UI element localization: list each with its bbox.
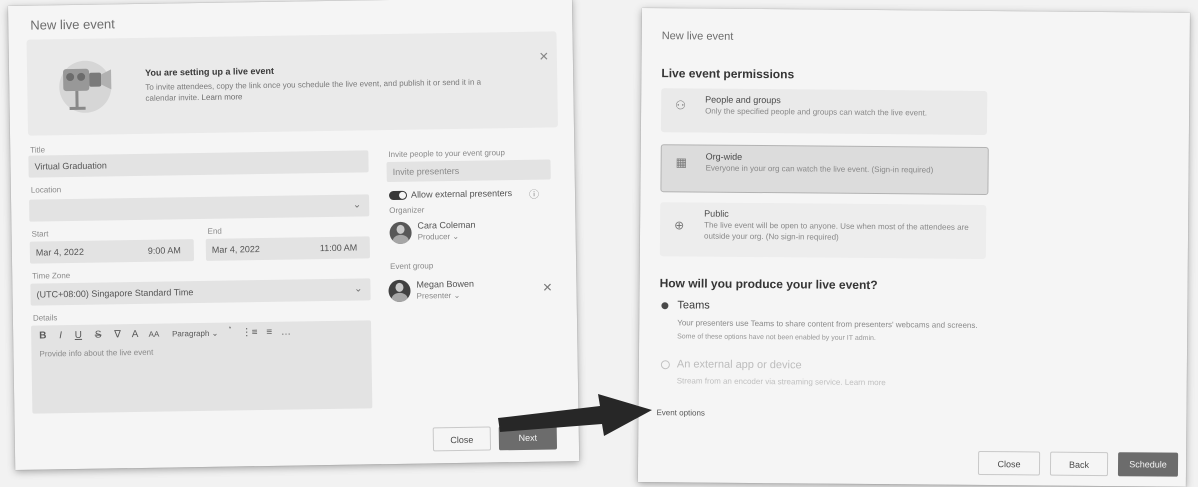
presenter-role: Presenter xyxy=(416,291,452,301)
banner-body-line2: calendar invite. Learn more xyxy=(145,92,242,103)
highlight-icon[interactable]: ∇ xyxy=(114,329,121,340)
new-live-event-dialog-permissions: New live event Live event permissions ⚇ … xyxy=(637,8,1190,487)
organizer-name: Cara Coleman xyxy=(417,219,476,231)
title-input[interactable]: Virtual Graduation xyxy=(28,150,369,178)
start-date-value: Mar 4, 2022 xyxy=(35,246,84,258)
details-label: Details xyxy=(32,313,58,323)
globe-icon: ⊕ xyxy=(674,218,685,233)
teams-option-title: Teams xyxy=(677,299,710,312)
permission-option-public[interactable]: ⊕ Public The live event will be open to … xyxy=(659,202,987,260)
end-time-value: 11:00 AM xyxy=(319,242,358,254)
teams-option-note: Some of these options have not been enab… xyxy=(677,333,876,343)
details-placeholder: Provide info about the live event xyxy=(39,347,154,359)
bold-button[interactable]: B xyxy=(39,330,46,341)
timezone-value: (UTC+08:00) Singapore Standard Time xyxy=(36,287,194,300)
details-editor[interactable]: B I U S ∇ A AA Paragraph ⌄ 𝄒 ⋮≡ ≡ … Prov… xyxy=(31,320,373,414)
permission-option-org-wide[interactable]: ▦ Org-wide Everyone in your org can watc… xyxy=(660,144,989,196)
people-icon: ⚇ xyxy=(675,98,686,113)
remove-presenter-icon[interactable]: ✕ xyxy=(542,280,552,294)
chevron-down-icon: ⌄ xyxy=(452,231,460,242)
strikethrough-button[interactable]: S xyxy=(95,330,102,341)
invite-label: Invite people to your event group xyxy=(388,148,505,160)
formatting-toolbar: B I U S ∇ A AA Paragraph ⌄ 𝄒 ⋮≡ ≡ … xyxy=(39,327,291,342)
permission-title: Org-wide xyxy=(705,151,743,162)
camera-illustration-icon xyxy=(59,60,112,113)
presenter-role-dropdown[interactable]: Presenter ⌄ xyxy=(417,291,461,301)
end-date-value: Mar 4, 2022 xyxy=(211,244,260,255)
info-icon[interactable]: ⓘ xyxy=(529,186,539,201)
paragraph-dropdown[interactable]: Paragraph ⌄ xyxy=(172,329,218,339)
external-presenters-label: Allow external presenters xyxy=(410,188,513,200)
location-dropdown[interactable]: ⌄ xyxy=(29,194,370,222)
teams-option-desc: Your presenters use Teams to share conte… xyxy=(677,318,978,330)
dialog-title: New live event xyxy=(661,30,734,43)
invite-placeholder: Invite presenters xyxy=(392,165,460,177)
permission-desc: Everyone in your org can watch the live … xyxy=(705,163,934,175)
organizer-role-dropdown[interactable]: Producer ⌄ xyxy=(418,232,460,242)
organizer-avatar xyxy=(389,221,412,245)
list-icon[interactable]: ≡ xyxy=(266,327,272,338)
external-learn-more-link[interactable]: Learn more xyxy=(845,378,886,387)
permission-title: Public xyxy=(704,208,729,219)
chevron-down-icon: ⌄ xyxy=(453,290,461,301)
dialog-title: New live event xyxy=(30,16,115,33)
produce-heading: How will you produce your live event? xyxy=(659,276,878,293)
font-size-icon[interactable]: AA xyxy=(149,330,160,339)
indent-icon[interactable]: ⋮≡ xyxy=(242,327,258,338)
close-banner-icon[interactable]: ✕ xyxy=(539,50,549,64)
external-presenters-toggle[interactable] xyxy=(388,190,408,201)
location-label: Location xyxy=(30,185,62,195)
title-value: Virtual Graduation xyxy=(34,160,107,172)
clear-format-icon[interactable]: 𝄒 xyxy=(229,328,231,339)
title-label: Title xyxy=(30,145,46,155)
schedule-button[interactable]: Schedule xyxy=(1117,452,1179,477)
chevron-down-icon: ⌄ xyxy=(352,199,362,211)
external-app-desc-text: Stream from an encoder via streaming ser… xyxy=(676,376,843,387)
timezone-dropdown[interactable]: (UTC+08:00) Singapore Standard Time ⌄ xyxy=(30,278,371,306)
more-icon[interactable]: … xyxy=(281,327,291,338)
end-date-input[interactable]: Mar 4, 2022 11:00 AM xyxy=(205,236,371,261)
timezone-label: Time Zone xyxy=(32,271,71,281)
org-icon: ▦ xyxy=(675,155,688,170)
event-options-label: Event options xyxy=(656,408,705,418)
start-label: Start xyxy=(31,229,49,239)
external-app-option-desc: Stream from an encoder via streaming ser… xyxy=(677,376,886,387)
font-color-icon[interactable]: A xyxy=(132,329,138,340)
external-app-option-title: An external app or device xyxy=(676,358,802,372)
permission-title: People and groups xyxy=(705,94,781,106)
end-label: End xyxy=(207,226,222,236)
permissions-heading: Live event permissions xyxy=(661,66,795,82)
event-group-label: Event group xyxy=(390,261,434,272)
paragraph-label: Paragraph xyxy=(171,328,210,339)
start-date-input[interactable]: Mar 4, 2022 9:00 AM xyxy=(29,239,195,264)
banner-body: To invite attendees, copy the link once … xyxy=(145,77,482,92)
permission-option-people-and-groups[interactable]: ⚇ People and groups Only the specified p… xyxy=(660,88,988,136)
new-live-event-dialog-details: New live event You are setting up a live… xyxy=(8,0,580,470)
presenter-avatar xyxy=(388,279,411,303)
start-time-value: 9:00 AM xyxy=(147,245,181,256)
transition-arrow-icon xyxy=(498,394,652,436)
organizer-label: Organizer xyxy=(389,205,425,216)
learn-more-link[interactable]: Learn more xyxy=(201,92,242,102)
permission-desc: The live event will be open to anyone. U… xyxy=(703,220,969,242)
teams-radio[interactable] xyxy=(661,302,669,310)
invite-presenters-input[interactable]: Invite presenters xyxy=(386,159,551,183)
banner-heading: You are setting up a live event xyxy=(144,65,275,78)
organizer-role: Producer xyxy=(417,232,451,242)
presenter-name: Megan Bowen xyxy=(416,278,475,290)
close-button[interactable]: Close xyxy=(977,450,1041,476)
italic-button[interactable]: I xyxy=(59,330,62,341)
permission-desc: Only the specified people and groups can… xyxy=(705,106,928,118)
close-button[interactable]: Close xyxy=(432,426,492,452)
back-button[interactable]: Back xyxy=(1049,451,1109,477)
underline-button[interactable]: U xyxy=(75,330,82,341)
banner-body-end: calendar invite. xyxy=(145,93,200,103)
setup-banner: You are setting up a live event To invit… xyxy=(26,31,558,136)
chevron-down-icon: ⌄ xyxy=(354,283,363,295)
external-app-radio[interactable] xyxy=(660,360,670,370)
